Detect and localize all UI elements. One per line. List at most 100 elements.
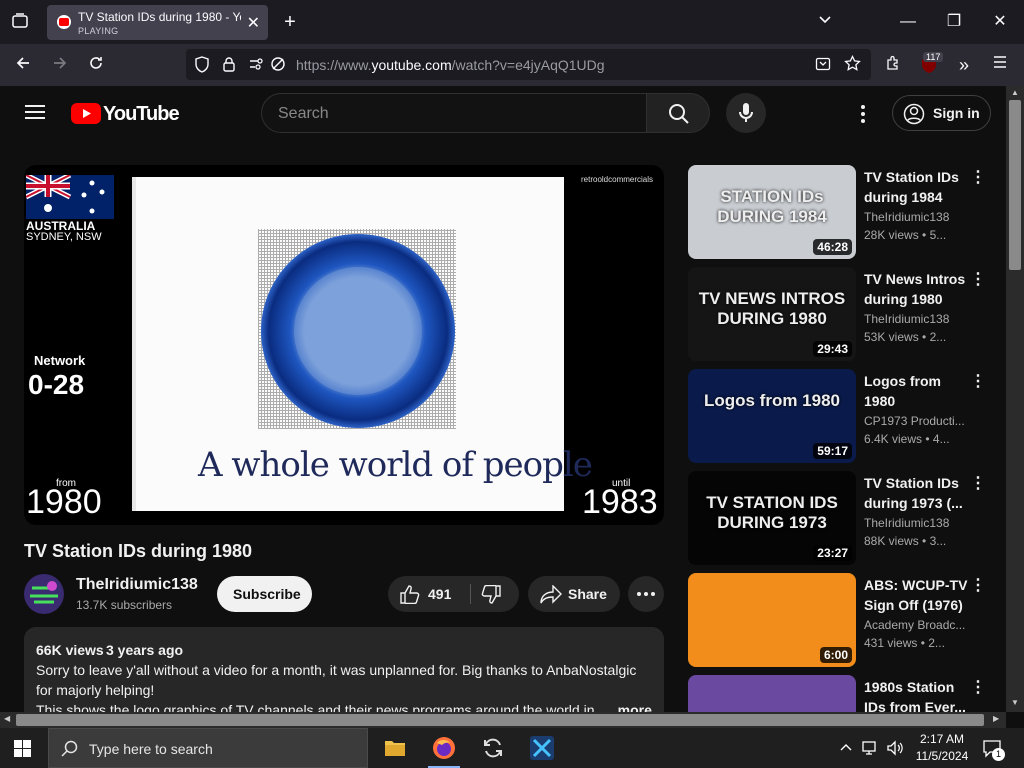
recommendation-card[interactable]: STATION IDs DURING 1984 46:28 TV Station I… [688,165,998,259]
share-icon [540,585,562,604]
like-button[interactable]: 491 [388,576,470,612]
file-explorer-app[interactable] [371,728,419,768]
video-title: TV Station IDs during 1980 [24,541,253,561]
guide-menu-icon[interactable] [25,104,45,125]
video-player[interactable]: AUSTRALIA SYDNEY, NSW Network 0-28 from … [24,165,664,525]
recommendation-card[interactable]: 6:00 ABS: WCUP-TV Sign Off (1976) Academy B… [688,573,998,667]
sync-app[interactable] [469,728,517,768]
window-close-icon[interactable]: ✕ [988,12,1012,32]
scroll-up-icon[interactable]: ▲ [1011,88,1019,97]
recommendation-title[interactable]: TV Station IDs during 1973 (... [864,473,968,513]
recommendation-channel[interactable]: TheIridiumic138 [864,312,968,326]
recommendation-thumbnail[interactable]: 6:00 [688,573,856,667]
reader-view-icon[interactable] [815,56,831,77]
scroll-right-icon[interactable]: ▶ [993,714,999,723]
channel-name[interactable]: TheIridiumic138 [76,576,198,594]
notification-center-icon[interactable]: 1 [982,738,1005,763]
channel-avatar[interactable] [24,574,64,614]
recommendation-card[interactable]: 1980s StationIDs from Ever... • ⋮ [688,675,998,712]
vertical-scroll-thumb[interactable] [1009,100,1021,270]
scroll-left-icon[interactable]: ◀ [4,714,10,723]
clock-date: 11/5/2024 [915,749,969,763]
bookmark-star-icon[interactable] [844,54,861,77]
like-count: 491 [428,586,452,602]
more-actions-button[interactable] [628,576,664,612]
recommendation-channel[interactable]: CP1973 Producti... [864,414,968,428]
search-input[interactable]: Search [261,93,647,133]
overflow-menu-icon[interactable]: » [952,55,976,75]
scroll-down-icon[interactable]: ▼ [1011,698,1019,707]
recommendation-channel[interactable]: TheIridiumic138 [864,516,968,530]
more-options-icon[interactable]: ⋮ [970,269,986,289]
list-all-tabs-icon[interactable] [813,12,837,32]
recommendation-thumbnail[interactable]: STATION IDs DURING 1984 46:28 [688,165,856,259]
recommendation-card[interactable]: Logos from 1980 59:17 Logos from 1980 CP1973… [688,369,998,463]
recommendation-title[interactable]: ABS: WCUP-TV Sign Off (1976) [864,575,968,615]
recommendation-card[interactable]: TV NEWS INTROS DURING 1980 29:43 TV News I… [688,267,998,361]
lock-icon[interactable] [222,56,236,78]
recommendation-title[interactable]: TV News Intros during 1980 [864,269,968,309]
recommendation-title[interactable]: 1980s Station IDs from Ever... [864,677,968,712]
firefox-app[interactable] [420,728,468,768]
recommendation-meta: 6.4K views • 4... [864,432,950,446]
video-duration: 29:43 [813,341,852,357]
horizontal-scroll-thumb[interactable] [16,714,984,726]
recommendation-thumbnail[interactable]: TV STATION IDS DURING 1973 23:27 [688,471,856,565]
more-options-icon[interactable]: ⋮ [970,575,986,595]
network-icon[interactable] [862,740,880,761]
maximize-icon[interactable]: ❐ [942,12,966,32]
recommendation-card[interactable]: TV STATION IDS DURING 1973 23:27 TV Statio… [688,471,998,565]
address-bar[interactable]: https://www.youtube.com/watch?v=e4jyAqQ1… [186,49,871,80]
recommendation-title[interactable]: Logos from 1980 [864,371,968,411]
recommendation-channel[interactable]: Academy Broadc... [864,618,968,632]
more-options-icon[interactable]: ⋮ [970,371,986,391]
show-more-link[interactable]: ...more [602,702,652,712]
share-button[interactable]: Share [528,576,620,612]
more-options-icon[interactable]: ⋮ [970,473,986,493]
capcut-app[interactable] [518,728,566,768]
voice-search-button[interactable] [726,93,766,133]
taskbar-search-placeholder: Type here to search [89,741,213,757]
tab-close-icon[interactable]: ✕ [247,13,260,33]
more-options-icon[interactable]: ⋮ [970,167,986,187]
new-tab-icon[interactable]: + [278,12,302,32]
windows-start-icon[interactable] [14,740,31,762]
tab-title: TV Station IDs during 1980 - You [78,10,241,24]
taskbar-search-box[interactable]: Type here to search [48,728,368,768]
recommendation-thumbnail[interactable]: TV NEWS INTROS DURING 1980 29:43 [688,267,856,361]
volume-icon[interactable] [886,739,904,762]
recommendation-channel[interactable]: TheIridiumic138 [864,210,968,224]
back-icon[interactable] [11,55,35,75]
sign-in-button[interactable]: Sign in [892,95,991,131]
horizontal-scrollbar[interactable]: ◀ ▶ [0,712,1006,728]
system-clock[interactable]: 2:17 AM 11/5/2024 [912,731,972,765]
tab-manager-icon[interactable] [8,12,32,32]
search-button[interactable] [646,93,710,133]
description-box[interactable]: 66K views 3 years ago Sorry to leave y'a… [24,627,664,712]
app-menu-icon[interactable] [988,55,1012,75]
active-tab[interactable]: TV Station IDs during 1980 - You PLAYING… [47,5,268,40]
reload-icon[interactable] [84,55,108,75]
dislike-button[interactable] [471,576,519,612]
tracking-protection-icon[interactable] [194,56,210,78]
overlay-city: SYDNEY, NSW [26,231,102,243]
sign-in-label: Sign in [933,105,980,121]
thumbs-up-icon [400,585,420,604]
forward-icon[interactable] [48,55,72,75]
description-line-3: This shows the logo graphics of TV chann… [36,702,595,712]
subscribe-button[interactable]: Subscribe [217,576,312,612]
minimize-icon[interactable]: — [896,12,920,32]
permissions-icon[interactable] [248,57,264,77]
recommendation-title[interactable]: TV Station IDs during 1984 [864,167,968,207]
vertical-scrollbar[interactable]: ▲ ▼ [1006,86,1024,712]
extensions-icon[interactable] [881,55,905,75]
recommendation-thumbnail[interactable]: Logos from 1980 59:17 [688,369,856,463]
microphone-icon [739,103,753,122]
autoplay-blocked-icon[interactable] [270,56,286,77]
settings-more-icon[interactable] [860,104,866,129]
video-duration: 59:17 [813,443,852,459]
show-hidden-icons-icon[interactable] [839,740,853,759]
recommendation-thumbnail[interactable] [688,675,856,712]
video-editor-icon [530,736,554,760]
more-options-icon[interactable]: ⋮ [970,677,986,697]
